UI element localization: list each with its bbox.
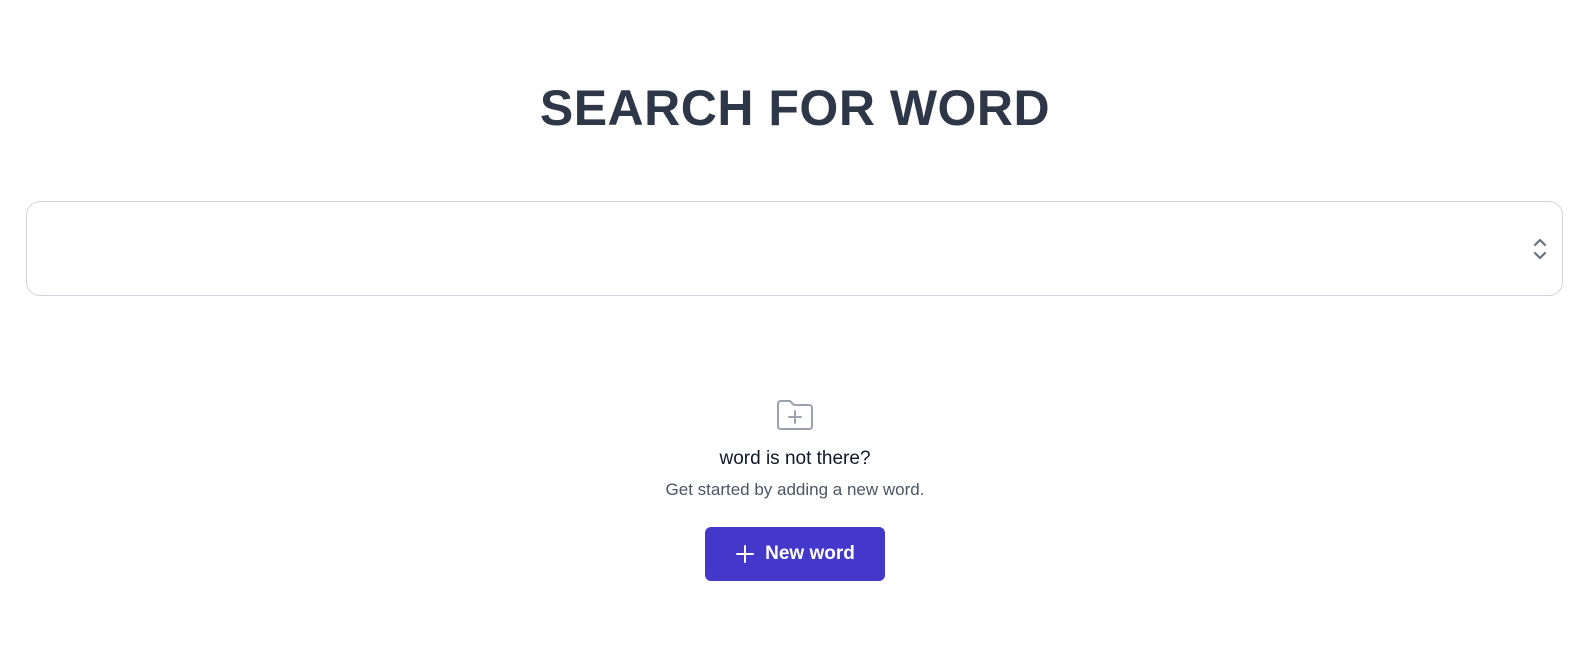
chevron-up-down-icon[interactable] <box>1532 236 1548 262</box>
folder-plus-icon <box>777 400 813 430</box>
empty-state-title: word is not there? <box>719 448 871 469</box>
empty-state: word is not there? Get started by adding… <box>0 398 1590 581</box>
search-combobox[interactable] <box>26 201 1563 296</box>
new-word-button[interactable]: New word <box>705 527 885 581</box>
page: SEARCH FOR WORD word is not there? Get s… <box>0 0 1590 666</box>
page-title: SEARCH FOR WORD <box>539 80 1051 136</box>
search-input[interactable] <box>27 202 1517 295</box>
new-word-button-label: New word <box>765 543 855 564</box>
plus-icon <box>736 545 755 563</box>
empty-state-subtitle: Get started by adding a new word. <box>665 480 925 499</box>
